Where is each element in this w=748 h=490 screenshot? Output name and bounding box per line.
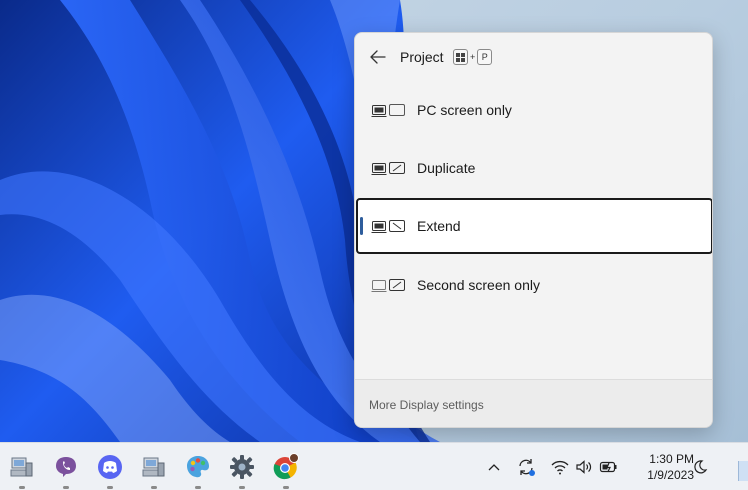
wifi-icon [551,460,569,475]
battery-button[interactable] [598,457,618,477]
pc-screen-only-icon [371,104,405,117]
windows-key-icon [453,49,468,65]
flyout-footer: More Display settings [355,379,712,427]
duplicate-icon [371,162,405,175]
computer-icon [142,457,165,477]
clock-button[interactable]: 1:30 PM 1/9/2023 [628,451,694,483]
volume-icon [576,460,592,474]
running-indicator [283,486,289,489]
selection-indicator [360,217,363,235]
option-label: PC screen only [417,102,512,118]
computer-icon [10,457,33,477]
flyout-header: Project + P [355,33,712,81]
second-screen-only-icon [371,279,405,292]
option-label: Second screen only [417,277,540,293]
taskbar-app-chrome[interactable] [272,453,300,489]
p-key: P [477,49,493,65]
network-button[interactable] [550,457,570,477]
paint-icon [187,456,209,478]
sync-status-button[interactable] [516,457,536,477]
taskbar-app-computer[interactable] [8,453,36,489]
taskbar: 1:30 PM 1/9/2023 [0,442,748,490]
running-indicator [151,486,157,489]
running-indicator [107,486,113,489]
moon-icon [694,460,708,474]
sync-icon [519,459,535,476]
clock-time: 1:30 PM [649,452,694,466]
settings-gear-icon [230,455,254,479]
project-flyout: Project + P PC screen only Duplicate Ext… [354,32,713,428]
keyboard-shortcut-hint: + P [453,49,493,65]
battery-icon [599,461,617,473]
taskbar-app-viber[interactable] [52,453,80,489]
taskbar-app-settings[interactable] [228,453,256,489]
taskbar-app-paint[interactable] [184,453,212,489]
option-label: Duplicate [417,160,476,176]
running-indicator [63,486,69,489]
chevron-up-icon [488,464,500,471]
more-display-settings-link[interactable]: More Display settings [369,398,484,412]
show-desktop-edge[interactable] [738,461,748,481]
option-label: Extend [417,218,461,234]
show-hidden-icons-button[interactable] [484,457,504,477]
discord-icon [98,455,122,479]
chrome-icon [273,453,299,480]
back-button[interactable] [365,45,391,69]
clock-date: 1/9/2023 [647,468,694,482]
running-indicator [239,486,245,489]
volume-button[interactable] [574,457,594,477]
focus-assist-button[interactable] [690,457,710,477]
extend-icon [371,220,405,233]
running-indicator [19,486,25,489]
option-pc-screen-only[interactable]: PC screen only [357,83,712,139]
flyout-title: Project [400,49,444,65]
option-extend[interactable]: Extend [356,198,712,254]
option-second-screen-only[interactable]: Second screen only [357,258,712,314]
running-indicator [195,486,201,489]
taskbar-app-computer-2[interactable] [140,453,168,489]
option-duplicate[interactable]: Duplicate [357,141,712,197]
viber-icon [56,457,76,477]
shortcut-plus: + [470,52,476,62]
back-arrow-icon [370,50,386,64]
taskbar-app-discord[interactable] [96,453,124,489]
